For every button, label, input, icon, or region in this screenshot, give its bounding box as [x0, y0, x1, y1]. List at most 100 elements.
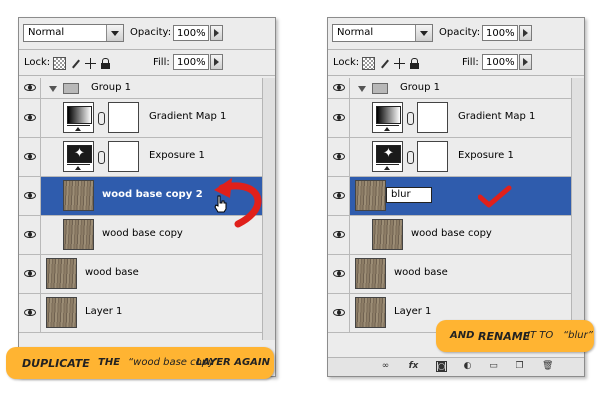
layer-row[interactable]: ✦ Exposure 1: [19, 138, 263, 177]
visibility-toggle[interactable]: [19, 216, 41, 254]
instruction-banner-rename: AND RENAME IT TO “blur”: [436, 320, 594, 352]
lock-pixels-icon[interactable]: [70, 58, 81, 69]
visibility-toggle[interactable]: [19, 99, 41, 137]
panel-options-row: Normal Opacity: 100%: [328, 24, 584, 44]
banner-word: IT TO: [527, 330, 554, 341]
disclosure-triangle-icon[interactable]: [358, 86, 366, 92]
fill-label: Fill:: [462, 57, 479, 68]
fill-input[interactable]: 100%: [482, 54, 518, 70]
link-icon[interactable]: [98, 112, 105, 125]
eye-icon: [333, 270, 345, 278]
layer-row[interactable]: ✦ Exposure 1: [328, 138, 572, 177]
banner-word: DUPLICATE: [22, 357, 90, 370]
layer-name: Layer 1: [85, 306, 123, 317]
scrollbar[interactable]: [571, 78, 584, 340]
lock-position-icon[interactable]: [394, 58, 405, 69]
layer-row[interactable]: wood base: [328, 255, 572, 294]
eye-icon: [333, 84, 345, 92]
layer-name: wood base copy: [102, 228, 183, 239]
lock-icons: [53, 57, 115, 71]
layer-name: wood base: [394, 267, 448, 278]
layer-row-group[interactable]: Group 1: [328, 78, 572, 99]
layer-name: Group 1: [91, 82, 131, 93]
visibility-toggle[interactable]: [328, 177, 350, 215]
opacity-label: Opacity:: [439, 27, 481, 38]
visibility-toggle[interactable]: [19, 177, 41, 215]
opacity-slider-button[interactable]: [519, 25, 532, 41]
layer-row-selected[interactable]: blur: [328, 177, 572, 216]
fill-slider-button[interactable]: [519, 54, 532, 70]
checkmark-icon: [478, 185, 512, 208]
visibility-toggle[interactable]: [328, 255, 350, 293]
lock-pixels-icon[interactable]: [379, 58, 390, 69]
eye-icon: [24, 114, 36, 122]
chevron-down-icon[interactable]: [106, 25, 123, 41]
add-mask-icon[interactable]: ◙: [436, 361, 447, 372]
link-layers-icon[interactable]: ∞: [380, 361, 391, 372]
layer-mask-thumbnail: [417, 102, 448, 133]
folder-icon: [63, 83, 79, 94]
layer-rename-input[interactable]: blur: [386, 187, 432, 203]
layer-mask-thumbnail: [108, 141, 139, 172]
lock-label: Lock:: [24, 57, 51, 68]
layer-row[interactable]: Layer 1: [19, 294, 263, 333]
banner-word: AND: [450, 330, 475, 341]
lock-transparency-icon[interactable]: [362, 57, 375, 70]
lock-all-icon[interactable]: [100, 58, 111, 69]
visibility-toggle[interactable]: [328, 78, 350, 98]
opacity-slider-button[interactable]: [210, 25, 223, 41]
layer-row-group[interactable]: Group 1: [19, 78, 263, 99]
divider: [328, 75, 584, 76]
layer-row[interactable]: Gradient Map 1: [19, 99, 263, 138]
layer-thumbnail: [46, 297, 77, 328]
fill-slider-button[interactable]: [210, 54, 223, 70]
layer-name: wood base copy: [411, 228, 492, 239]
chevron-down-icon[interactable]: [415, 25, 432, 41]
eye-icon: [24, 309, 36, 317]
eye-icon: [333, 153, 345, 161]
layer-thumbnail: [63, 219, 94, 250]
disclosure-triangle-icon[interactable]: [49, 86, 57, 92]
divider: [19, 75, 275, 76]
link-icon[interactable]: [407, 151, 414, 164]
layer-mask-thumbnail: [108, 102, 139, 133]
layer-thumbnail: [372, 219, 403, 250]
link-icon[interactable]: [407, 112, 414, 125]
visibility-toggle[interactable]: [328, 216, 350, 254]
lock-label: Lock:: [333, 57, 360, 68]
lock-all-icon[interactable]: [409, 58, 420, 69]
blend-mode-select[interactable]: Normal: [23, 24, 124, 42]
visibility-toggle[interactable]: [328, 138, 350, 176]
lock-transparency-icon[interactable]: [53, 57, 66, 70]
visibility-toggle[interactable]: [19, 294, 41, 332]
layer-row[interactable]: Gradient Map 1: [328, 99, 572, 138]
adjustment-layer-icon[interactable]: ◐: [462, 361, 473, 372]
visibility-toggle[interactable]: [19, 255, 41, 293]
eye-icon: [24, 231, 36, 239]
new-group-icon[interactable]: ▭: [488, 361, 499, 372]
lock-position-icon[interactable]: [85, 58, 96, 69]
layer-row[interactable]: wood base: [19, 255, 263, 294]
visibility-toggle[interactable]: [328, 294, 350, 332]
fill-input[interactable]: 100%: [173, 54, 209, 70]
visibility-toggle[interactable]: [19, 138, 41, 176]
blend-mode-select[interactable]: Normal: [332, 24, 433, 42]
fx-icon[interactable]: fx: [408, 361, 419, 372]
opacity-input[interactable]: 100%: [482, 25, 518, 41]
eye-icon: [333, 114, 345, 122]
opacity-input[interactable]: 100%: [173, 25, 209, 41]
visibility-toggle[interactable]: [19, 78, 41, 98]
layer-name: Exposure 1: [149, 150, 205, 161]
new-layer-icon[interactable]: ❐: [514, 361, 525, 372]
exposure-icon: ✦: [372, 141, 403, 172]
fill-label: Fill:: [153, 57, 170, 68]
layer-name: Exposure 1: [458, 150, 514, 161]
layer-row[interactable]: wood base copy: [328, 216, 572, 255]
visibility-toggle[interactable]: [328, 99, 350, 137]
link-icon[interactable]: [98, 151, 105, 164]
layer-thumbnail: [355, 258, 386, 289]
banner-word: RENAME: [478, 330, 531, 343]
eye-icon: [24, 153, 36, 161]
trash-icon[interactable]: 🗑: [542, 361, 553, 372]
eye-icon: [333, 192, 345, 200]
